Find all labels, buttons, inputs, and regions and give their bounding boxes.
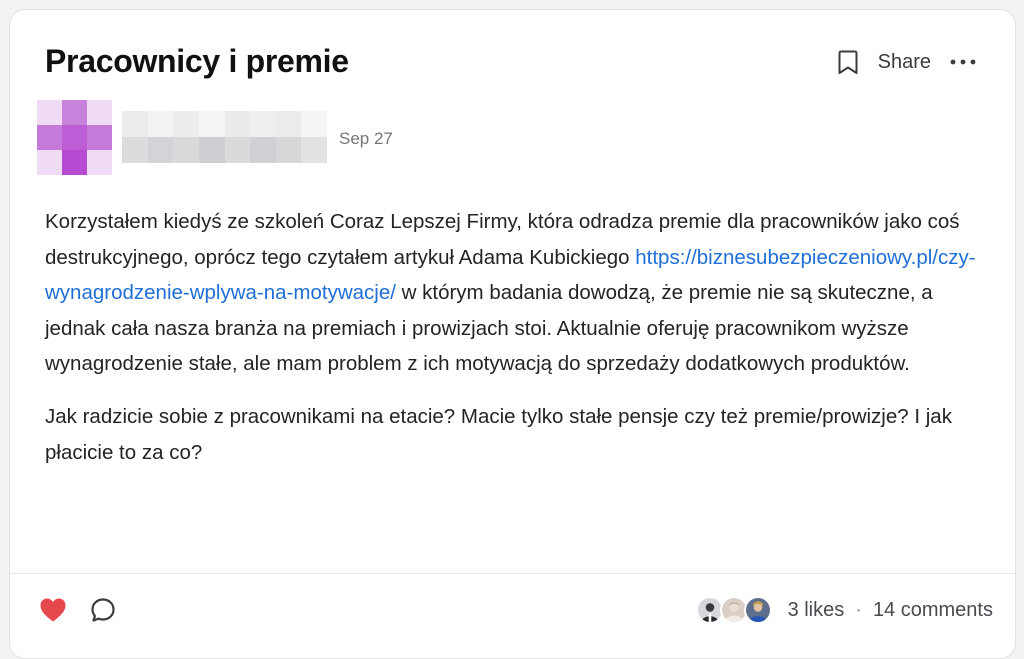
- footer-divider: [10, 573, 1015, 574]
- liker-avatars[interactable]: [695, 596, 772, 624]
- heart-icon[interactable]: [39, 597, 67, 623]
- post-body: Korzystałem kiedyś ze szkoleń Coraz Leps…: [45, 204, 995, 470]
- post-card: Pracownicy i premie Share Sep 27 Korzyst…: [9, 9, 1016, 659]
- comment-bubble-icon[interactable]: [90, 597, 116, 623]
- post-footer: 3 likes · 14 comments: [39, 595, 993, 625]
- share-button[interactable]: Share: [878, 51, 931, 74]
- post-date: Sep 27: [339, 129, 393, 148]
- comments-count[interactable]: 14 comments: [873, 599, 993, 622]
- likes-count[interactable]: 3 likes: [788, 599, 845, 622]
- post-paragraph: Korzystałem kiedyś ze szkoleń Coraz Leps…: [45, 204, 995, 382]
- stats-separator: ·: [855, 598, 862, 621]
- author-avatar[interactable]: [37, 99, 112, 175]
- post-actions: Share: [836, 48, 977, 76]
- more-horizontal-icon[interactable]: [949, 57, 977, 67]
- post-author: Sep 27: [37, 99, 393, 175]
- bookmark-icon[interactable]: [836, 48, 860, 76]
- post-stats: 3 likes · 14 comments: [788, 599, 993, 622]
- author-name-redacted: [122, 111, 327, 163]
- post-paragraph: Jak radzicie sobie z pracownikami na eta…: [45, 404, 952, 464]
- post-title: Pracownicy i premie: [45, 43, 349, 79]
- liker-avatar: [743, 596, 772, 624]
